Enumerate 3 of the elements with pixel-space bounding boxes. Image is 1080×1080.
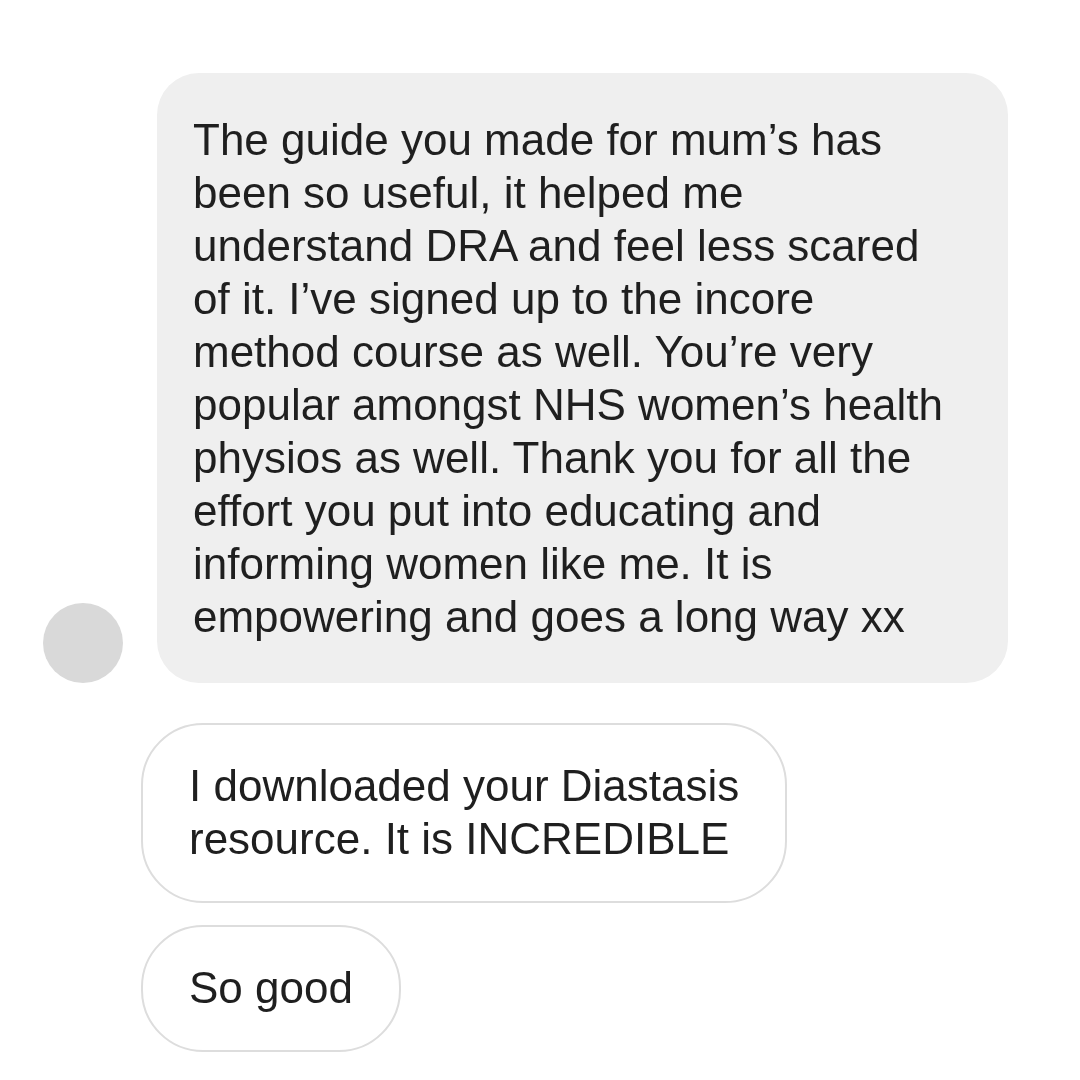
message-bubble: The guide you made for mum’s has been so useful, it helped me understand DRA and feel less scared of it. I’ve signed up to the incore method course as well. You’re very popular amongst NHS women’s health physios as well. Thank you for all the effort you put into educating and informing women like me. It is empowering and goes a long way xx	[157, 73, 1008, 683]
message-bubble: So good	[141, 925, 401, 1052]
message-bubble: I downloaded your Diastasis resource. It is INCREDIBLE	[141, 723, 788, 903]
